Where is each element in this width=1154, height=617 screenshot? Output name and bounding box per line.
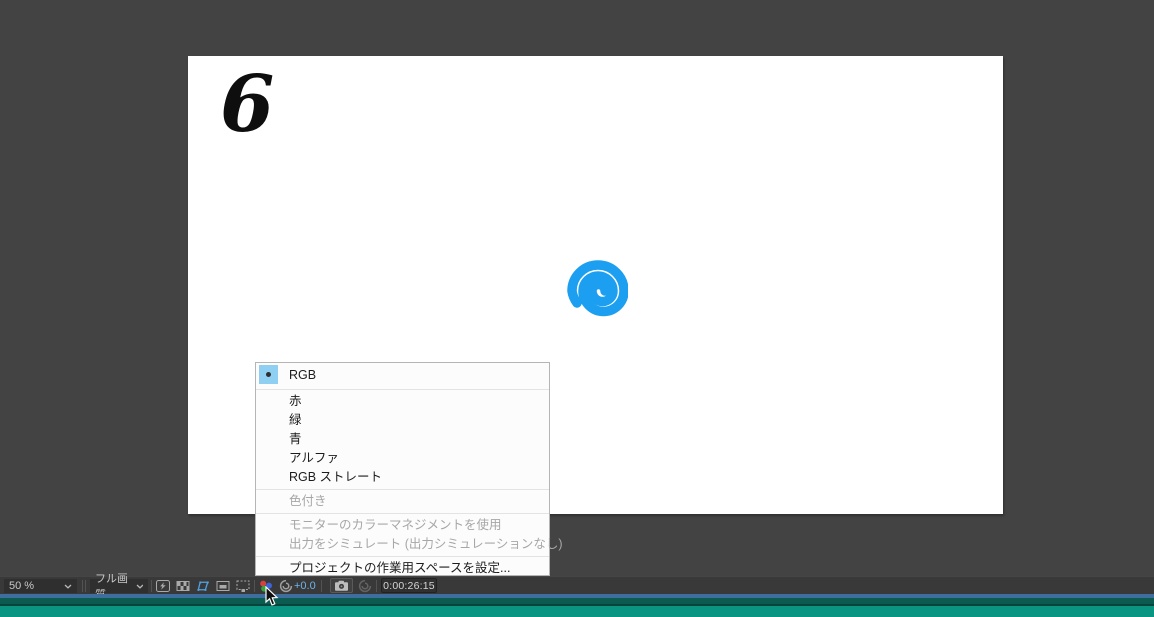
mask-path-visibility-button[interactable]	[195, 579, 211, 593]
menu-item-blue[interactable]: 青	[256, 430, 549, 449]
menu-item-monitor-color-management: モニターのカラーマネジメントを使用	[256, 516, 549, 535]
toolbar-divider	[321, 580, 322, 592]
menu-item-simulate-output: 出力をシミュレート (出力シミュレーションなし)	[256, 535, 549, 554]
toolbar-divider	[151, 580, 152, 592]
mouse-cursor	[265, 586, 280, 607]
camera-icon	[334, 580, 349, 592]
magnification-value: 50 %	[9, 580, 34, 592]
menu-item-set-project-working-space[interactable]: プロジェクトの作業用スペースを設定...	[256, 559, 549, 578]
timeline-strip-teal	[0, 606, 1154, 617]
menu-item-label: 緑	[289, 413, 302, 427]
toolbar-divider	[82, 580, 83, 592]
show-snapshot-icon	[358, 579, 372, 593]
transparency-grid-button[interactable]	[175, 579, 191, 593]
menu-item-red[interactable]: 赤	[256, 392, 549, 411]
menu-item-label: 青	[289, 432, 302, 446]
grid-guide-options-icon	[235, 579, 251, 593]
show-channel-menu: RGB 赤 緑 青 アルファ RGB ストレート 色付き モニターのカラーマネジ…	[255, 362, 550, 576]
toolbar-divider	[254, 580, 255, 592]
reset-exposure-button[interactable]	[278, 579, 294, 593]
magnification-dropdown[interactable]: 50 %	[4, 579, 77, 593]
chevron-down-icon	[64, 584, 72, 589]
adjust-exposure-value[interactable]: +0.0	[294, 579, 316, 593]
menu-item-label: RGB	[289, 368, 316, 382]
menu-item-colorize: 色付き	[256, 492, 549, 511]
menu-item-label: 色付き	[289, 494, 327, 508]
frame-number-text: 6	[220, 66, 274, 144]
toolbar-divider	[85, 580, 86, 592]
spiral-logo	[564, 255, 628, 319]
menu-item-rgb-straight[interactable]: RGB ストレート	[256, 468, 549, 487]
mask-path-visibility-icon	[195, 579, 211, 593]
region-of-interest-icon	[215, 579, 231, 593]
menu-separator	[256, 489, 549, 490]
menu-separator	[256, 389, 549, 390]
timecode-display[interactable]: 0:00:26:15	[381, 578, 437, 593]
composition-viewer: 6 RGB 赤 緑 青 アルファ RGB ストレート 色付き モニターのカラーマ…	[0, 0, 1154, 617]
menu-item-alpha[interactable]: アルファ	[256, 449, 549, 468]
take-snapshot-button[interactable]	[330, 578, 353, 593]
reset-exposure-icon	[279, 579, 293, 593]
show-snapshot-button[interactable]	[357, 579, 373, 593]
toolbar-divider	[376, 580, 377, 592]
menu-item-label: 赤	[289, 394, 302, 408]
menu-item-label: プロジェクトの作業用スペースを設定...	[289, 561, 510, 575]
grid-guide-options-button[interactable]	[235, 579, 251, 593]
transparency-grid-icon	[175, 579, 191, 593]
menu-item-label: RGB ストレート	[289, 470, 382, 484]
viewer-toolbar: 50 % フル画質	[0, 576, 1154, 594]
menu-item-label: モニターのカラーマネジメントを使用	[289, 518, 502, 532]
menu-item-label: 出力をシミュレート (出力シミュレーションなし)	[289, 537, 563, 551]
fast-previews-icon	[155, 579, 171, 593]
selected-check-icon	[259, 365, 278, 384]
chevron-down-icon	[136, 584, 143, 589]
fast-previews-button[interactable]	[155, 579, 171, 593]
menu-separator	[256, 513, 549, 514]
menu-separator	[256, 556, 549, 557]
region-of-interest-button[interactable]	[215, 579, 231, 593]
resolution-dropdown[interactable]: フル画質	[90, 579, 148, 593]
menu-item-label: アルファ	[289, 451, 339, 465]
menu-item-green[interactable]: 緑	[256, 411, 549, 430]
menu-item-rgb[interactable]: RGB	[256, 363, 549, 387]
